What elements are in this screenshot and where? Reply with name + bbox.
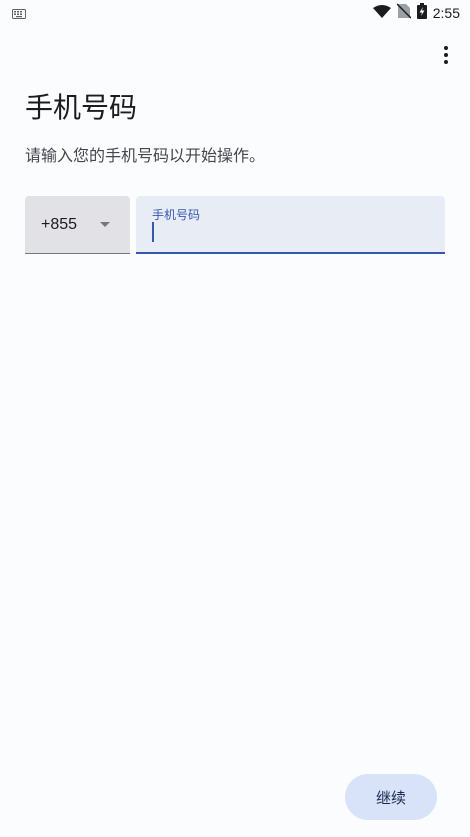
phone-number-input[interactable]: 手机号码 xyxy=(136,196,445,254)
dropdown-arrow-icon xyxy=(100,222,110,227)
country-code-value: +855 xyxy=(41,215,78,233)
keyboard-icon xyxy=(12,4,26,23)
page-subtitle: 请输入您的手机号码以开始操作。 xyxy=(25,146,266,165)
no-sim-icon xyxy=(396,3,412,23)
continue-button[interactable]: 继续 xyxy=(345,774,437,820)
status-clock: 2:55 xyxy=(432,5,460,21)
wifi-icon xyxy=(372,4,391,23)
battery-charging-icon xyxy=(416,3,427,23)
country-code-select[interactable]: +855 xyxy=(25,196,130,254)
phone-number-label: 手机号码 xyxy=(152,208,201,222)
more-vert-icon[interactable] xyxy=(436,44,456,66)
text-cursor xyxy=(152,222,154,242)
status-bar: 2:55 xyxy=(0,0,470,26)
page-title: 手机号码 xyxy=(25,91,138,124)
